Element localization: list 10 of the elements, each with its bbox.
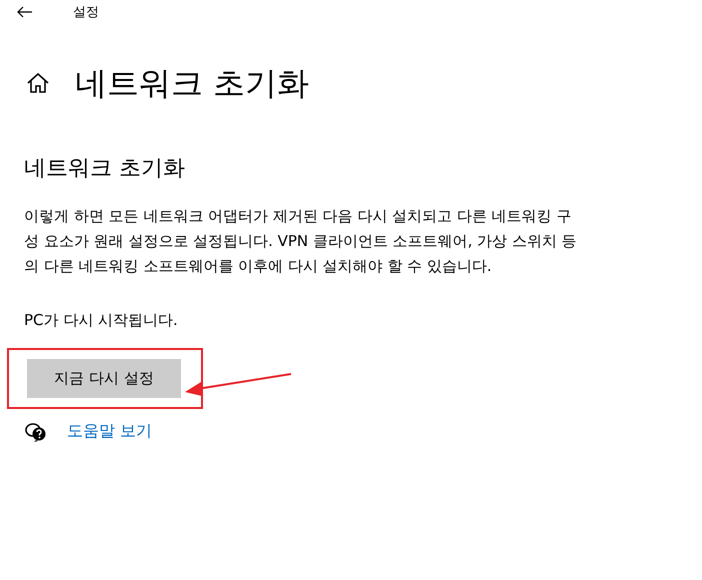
restart-note: PC가 다시 시작됩니다.	[24, 310, 179, 331]
page-title: 네트워크 초기화	[75, 63, 310, 104]
back-arrow-icon[interactable]	[17, 6, 33, 18]
section-heading: 네트워크 초기화	[24, 155, 186, 183]
home-icon[interactable]	[27, 73, 49, 93]
reset-button[interactable]: 지금 다시 설정	[27, 359, 181, 398]
description-text: 이렇게 하면 모든 네트워크 어댑터가 제거된 다음 다시 설치되고 다른 네트워킹 구성 요소가 원래 설정으로 설정됩니다. VPN 클라이언트 소프트웨어, 가상 스위치 등의 다른 네트워킹 소프트웨어를 이후에 다시 설치해야 할 수 있습니다.	[24, 206, 578, 277]
help-link[interactable]: 도움말 보기	[67, 421, 152, 442]
window-title: 설정	[73, 4, 99, 21]
help-chat-icon	[25, 422, 47, 442]
